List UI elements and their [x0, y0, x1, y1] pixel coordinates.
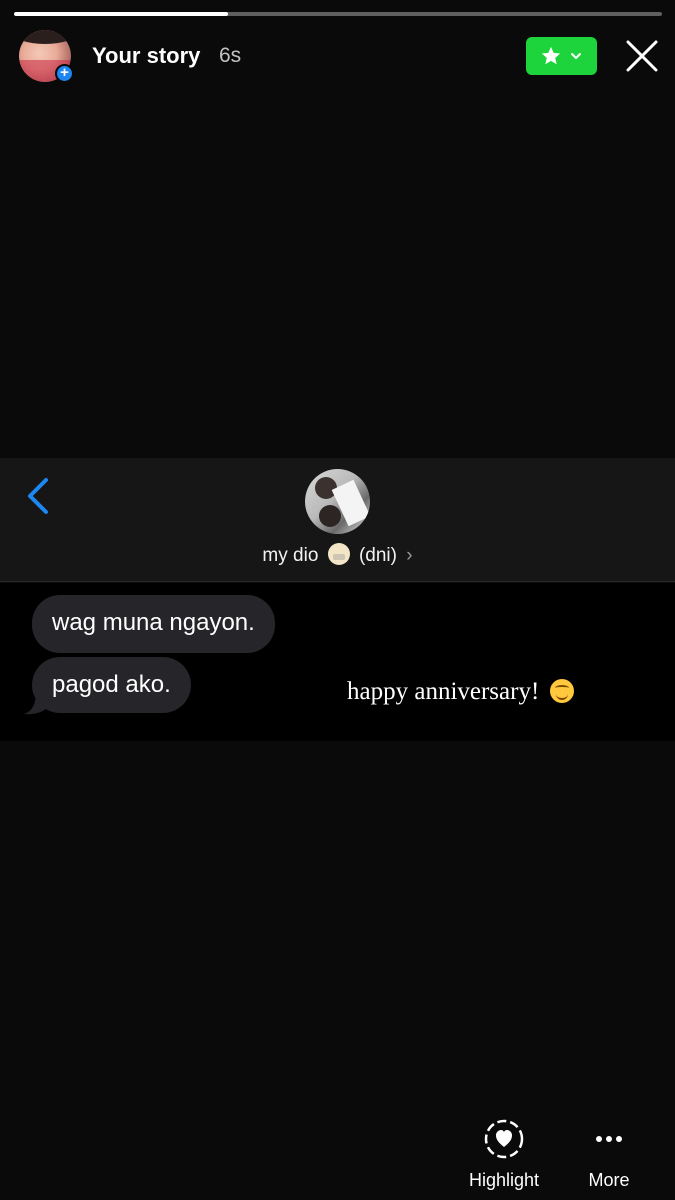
more-dots-icon — [596, 1136, 622, 1142]
star-icon — [541, 46, 561, 65]
story-caption: happy anniversary! — [347, 678, 574, 706]
story-timestamp: 6s — [219, 44, 242, 67]
more-button[interactable]: More — [564, 1118, 654, 1191]
chat-header: my dio (dni) › — [0, 458, 675, 582]
smiling-face-icon — [549, 679, 574, 703]
caption-text: happy anniversary! — [347, 678, 540, 705]
contact-name: my dio — [262, 545, 319, 566]
back-chevron-icon — [28, 478, 48, 514]
story-header: + Your story 6s — [0, 26, 675, 86]
close-icon[interactable] — [624, 38, 660, 74]
shushing-face-icon — [327, 543, 350, 565]
message-bubble: wag muna ngayon. — [32, 595, 275, 653]
story-progress-bar — [14, 12, 662, 16]
chevron-down-icon — [571, 53, 581, 59]
story-title: Your story — [92, 43, 201, 68]
bubble-tail-icon — [24, 691, 50, 715]
contact-name-row: my dio (dni) › — [0, 543, 675, 567]
chevron-right-icon: › — [406, 545, 413, 566]
message-bubble: pagod ako. — [32, 657, 191, 713]
heart-highlight-icon — [484, 1119, 524, 1159]
contact-avatar — [305, 469, 370, 534]
highlight-button[interactable]: Highlight — [459, 1118, 549, 1191]
close-friends-button[interactable] — [526, 37, 597, 75]
add-story-icon[interactable]: + — [55, 64, 74, 83]
story-viewer: + Your story 6s my dio (dni) › wag muna … — [0, 0, 675, 1200]
story-progress-fill — [14, 12, 228, 16]
message-list: wag muna ngayon. pagod ako. happy annive… — [0, 583, 675, 741]
more-label: More — [588, 1170, 630, 1190]
contact-suffix: (dni) — [358, 545, 397, 566]
highlight-label: Highlight — [468, 1170, 540, 1190]
